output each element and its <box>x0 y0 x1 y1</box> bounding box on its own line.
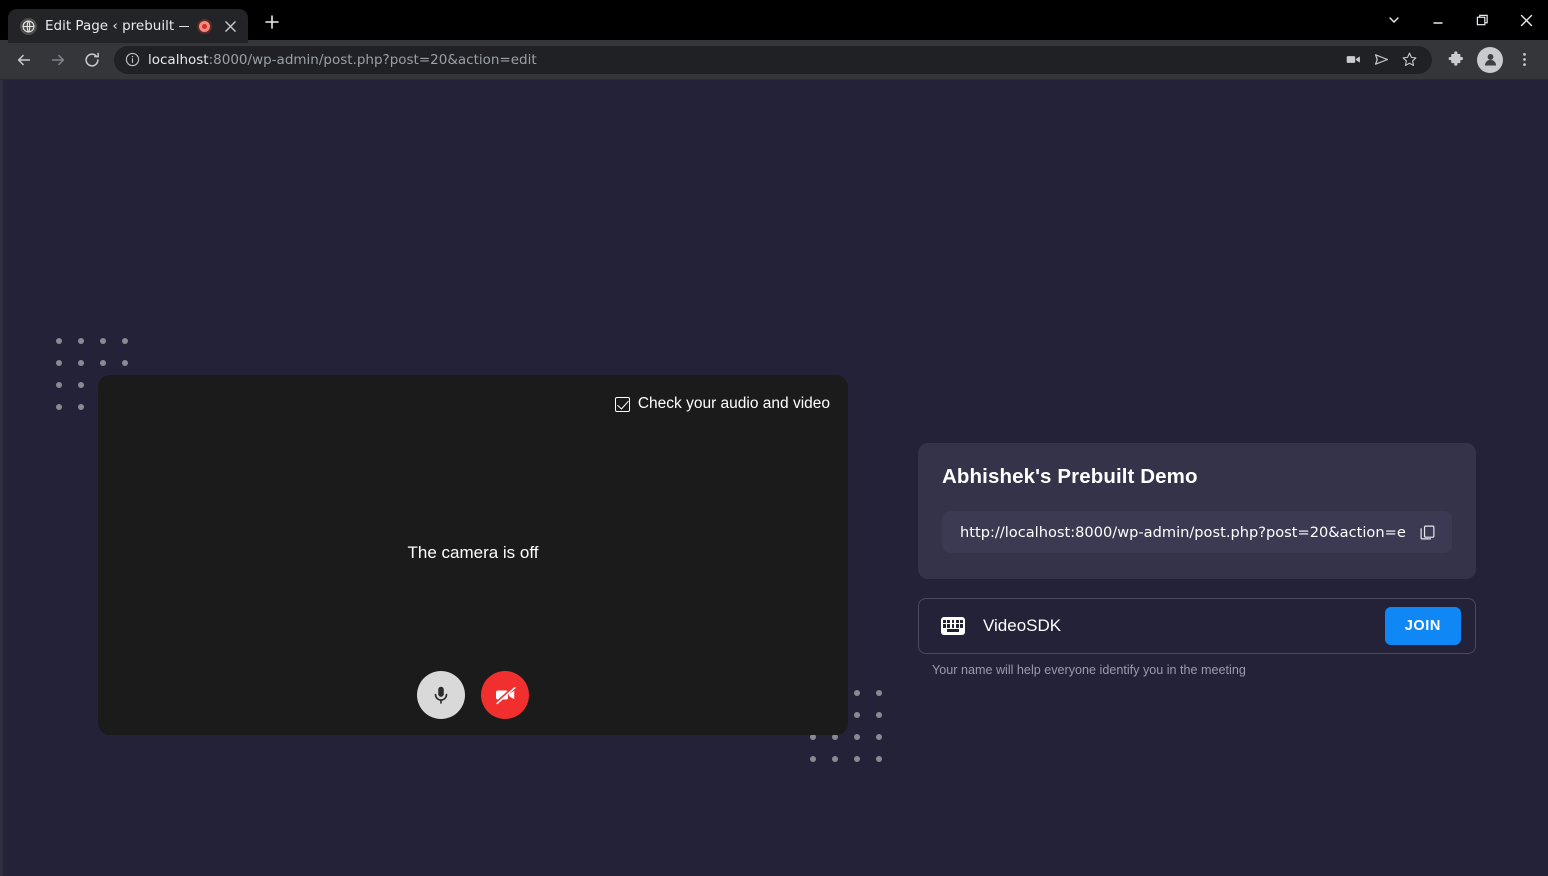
meeting-url-text: http://localhost:8000/wp-admin/post.php?… <box>960 523 1406 541</box>
address-bar-path: :8000/wp-admin/post.php?post=20&action=e… <box>208 51 537 68</box>
key <box>960 629 963 632</box>
copy-icon[interactable] <box>1416 521 1438 543</box>
dot <box>100 338 106 344</box>
send-arrow-icon[interactable] <box>1368 47 1394 73</box>
dot <box>876 690 882 696</box>
name-input-row[interactable]: JOIN <box>918 598 1476 654</box>
key <box>943 619 947 624</box>
address-bar-host: localhost <box>148 51 209 68</box>
dot <box>78 382 84 388</box>
avatar[interactable] <box>1477 46 1503 73</box>
dot <box>78 338 84 344</box>
key <box>955 619 959 624</box>
tab-close-icon[interactable] <box>220 16 240 36</box>
address-bar[interactable]: localhost:8000/wp-admin/post.php?post=20… <box>114 45 1432 74</box>
dot <box>56 382 62 388</box>
dot <box>78 404 84 410</box>
maximize-button[interactable] <box>1460 0 1504 40</box>
dot <box>876 734 882 740</box>
tab-strip: Edit Page ‹ prebuilt — W <box>0 0 1548 43</box>
browser-window: Edit Page ‹ prebuilt — W <box>0 0 1548 876</box>
dot <box>810 756 816 762</box>
check-audio-video-button[interactable]: Check your audio and video <box>614 395 830 413</box>
video-camera-icon[interactable] <box>1340 47 1366 73</box>
viewport-left-edge <box>0 80 3 876</box>
camera-toggle-button[interactable] <box>481 671 529 719</box>
dot <box>854 734 860 740</box>
tab-search-button[interactable] <box>1372 0 1416 40</box>
dot <box>56 338 62 344</box>
new-tab-button[interactable] <box>258 8 286 36</box>
minimize-button[interactable] <box>1416 0 1460 40</box>
tab-recording-indicator-icon <box>197 18 212 34</box>
key <box>951 619 955 624</box>
key <box>959 624 963 628</box>
key <box>947 624 951 628</box>
dot <box>78 360 84 366</box>
dot <box>56 404 62 410</box>
camera-status-text: The camera is off <box>407 543 539 562</box>
check-audio-video-label: Check your audio and video <box>637 395 830 412</box>
key <box>947 619 951 624</box>
reload-icon[interactable] <box>76 44 108 76</box>
meeting-info-card: Abhishek's Prebuilt Demo http://localhos… <box>918 443 1476 579</box>
video-preview-panel: Check your audio and video The camera is… <box>98 375 848 735</box>
name-input[interactable] <box>983 616 1367 636</box>
info-circle-icon[interactable] <box>124 52 140 68</box>
forward-arrow-icon[interactable] <box>42 44 74 76</box>
name-input-hint: Your name will help everyone identify yo… <box>932 663 1246 677</box>
three-dot-menu-icon[interactable] <box>1508 44 1540 76</box>
dot <box>854 712 860 718</box>
key <box>955 624 959 628</box>
dot <box>122 338 128 344</box>
star-icon[interactable] <box>1396 47 1422 73</box>
media-controls <box>98 671 848 719</box>
address-bar-url: localhost:8000/wp-admin/post.php?post=20… <box>148 52 537 68</box>
checked-box-icon <box>614 396 630 412</box>
dot <box>854 756 860 762</box>
browser-tab[interactable]: Edit Page ‹ prebuilt — W <box>8 9 248 43</box>
address-bar-actions <box>1340 47 1422 73</box>
wordpress-globe-icon <box>20 17 37 35</box>
browser-toolbar: localhost:8000/wp-admin/post.php?post=20… <box>0 40 1548 80</box>
camera-off-icon <box>494 685 516 705</box>
key <box>959 619 963 624</box>
dot <box>122 360 128 366</box>
account-avatar-icon[interactable] <box>1474 44 1506 76</box>
back-arrow-icon[interactable] <box>8 44 40 76</box>
dot <box>876 712 882 718</box>
puzzle-piece-icon[interactable] <box>1440 44 1472 76</box>
close-window-button[interactable] <box>1504 0 1548 40</box>
microphone-icon <box>434 686 448 704</box>
key <box>943 629 946 632</box>
join-button[interactable]: JOIN <box>1384 607 1461 645</box>
key <box>943 624 947 628</box>
page-viewport: Check your audio and video The camera is… <box>0 80 1548 876</box>
microphone-toggle-button[interactable] <box>417 671 465 719</box>
toolbar-right-actions <box>1440 44 1540 76</box>
key <box>951 624 955 628</box>
tab-title: Edit Page ‹ prebuilt — W <box>45 18 189 34</box>
keyboard-icon <box>941 617 965 635</box>
key-space <box>947 628 959 633</box>
join-panel: Abhishek's Prebuilt Demo http://localhos… <box>918 443 1476 677</box>
meeting-title: Abhishek's Prebuilt Demo <box>942 465 1198 488</box>
meeting-url-row: http://localhost:8000/wp-admin/post.php?… <box>942 511 1452 553</box>
dot <box>876 756 882 762</box>
dot <box>100 360 106 366</box>
dot <box>854 690 860 696</box>
window-controls <box>1372 0 1548 40</box>
dot <box>832 756 838 762</box>
dot <box>56 360 62 366</box>
